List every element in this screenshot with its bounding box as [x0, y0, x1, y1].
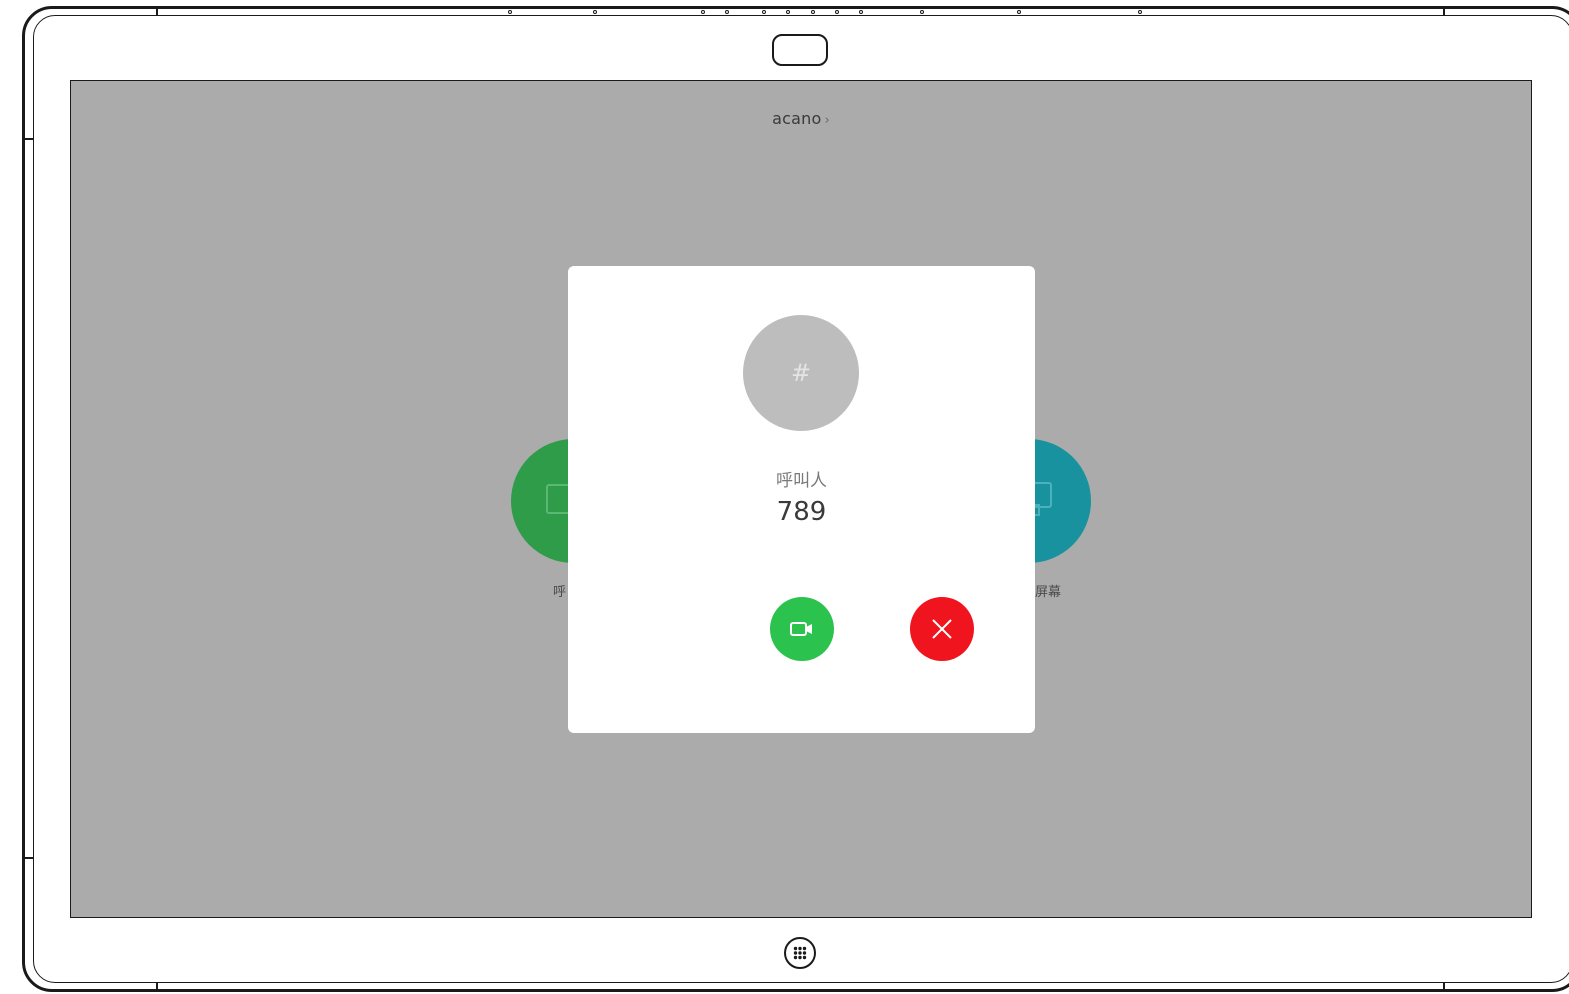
sensor-dot	[920, 10, 924, 14]
frame-tick	[1443, 982, 1445, 991]
sensor-dot	[593, 10, 597, 14]
sensor-dot	[786, 10, 790, 14]
frame-tick	[1443, 6, 1445, 15]
video-camera-icon	[790, 622, 812, 636]
caller-avatar: #	[743, 315, 859, 431]
caller-number: 789	[776, 497, 827, 527]
incoming-call-dialog: # 呼叫人 789	[568, 266, 1035, 733]
sensor-dot	[835, 10, 839, 14]
home-button[interactable]	[784, 937, 816, 969]
grid-dots-icon	[793, 946, 807, 960]
call-tile-label: 呼	[553, 585, 567, 600]
close-icon	[932, 619, 952, 639]
header-title-text: acano	[772, 109, 822, 128]
share-screen-tile-label: 屏幕	[1035, 585, 1062, 600]
sensor-dot	[811, 10, 815, 14]
sensor-dot	[725, 10, 729, 14]
screen: acano › 呼 屏幕 # 呼叫人 789	[70, 80, 1532, 918]
sensor-dot	[701, 10, 705, 14]
frame-tick	[156, 982, 158, 991]
decline-call-button[interactable]	[910, 597, 974, 661]
chevron-right-icon: ›	[824, 113, 830, 128]
caller-label: 呼叫人	[776, 471, 827, 491]
accept-video-call-button[interactable]	[770, 597, 834, 661]
sensor-dot	[762, 10, 766, 14]
sensor-dot	[1017, 10, 1021, 14]
frame-tick	[24, 857, 34, 859]
sensor-dot	[859, 10, 863, 14]
frame-tick	[24, 138, 34, 140]
sensor-dot	[508, 10, 512, 14]
header-title[interactable]: acano ›	[71, 109, 1531, 128]
frame-tick	[156, 6, 158, 15]
camera-housing	[772, 34, 828, 66]
sensor-dot	[1138, 10, 1142, 14]
